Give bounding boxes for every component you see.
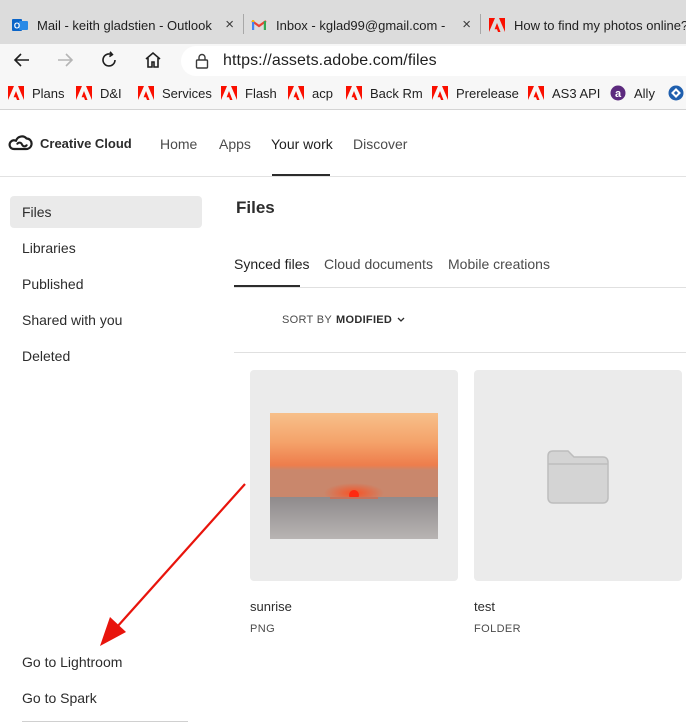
browser-tab-bar: O Mail - keith gladstien - Outlook × Inb… (0, 0, 686, 44)
bank-logo-icon (668, 85, 684, 101)
adobe-icon (489, 17, 505, 33)
lock-icon (195, 53, 209, 69)
brand-name: Creative Cloud (40, 135, 132, 151)
sort-value: MODIFIED (336, 314, 393, 326)
adobe-icon (221, 85, 237, 101)
url-text: https://assets.adobe.com/files (223, 52, 437, 69)
page-title: Files (236, 198, 275, 217)
bookmark-plans[interactable]: Plans (8, 84, 65, 102)
file-type: PNG (250, 623, 276, 635)
go-to-lightroom-link[interactable]: Go to Lightroom (10, 646, 202, 678)
tab-synced-files[interactable]: Synced files (234, 256, 309, 272)
bookmark-label: acp (312, 85, 333, 101)
sort-dropdown[interactable]: SORT BY MODIFIED (282, 314, 405, 326)
bookmark-label: Prerelease (456, 85, 519, 101)
file-type: FOLDER (474, 623, 522, 635)
file-card-sunrise[interactable] (250, 370, 458, 581)
adobe-icon (138, 85, 154, 101)
nav-home[interactable]: Home (160, 136, 197, 152)
adobe-icon (346, 85, 362, 101)
adobe-icon (76, 85, 92, 101)
bookmark-flash[interactable]: Flash (221, 84, 277, 102)
close-icon[interactable]: × (225, 16, 234, 33)
sidebar-divider (22, 721, 188, 722)
tab-cloud-documents[interactable]: Cloud documents (324, 256, 433, 272)
active-tab-indicator (234, 285, 300, 287)
bookmark-label: Services (162, 85, 212, 101)
tab-title: How to find my photos online? (514, 17, 686, 33)
content-tabs: Synced files Cloud documents Mobile crea… (234, 254, 686, 288)
creative-cloud-icon (8, 134, 33, 152)
bookmark-prerelease[interactable]: Prerelease (432, 84, 519, 102)
bookmark-label: Plans (32, 85, 65, 101)
file-name[interactable]: sunrise (250, 599, 292, 614)
file-name[interactable]: test (474, 599, 495, 614)
bookmark-label: Back Rm (370, 85, 423, 101)
refresh-icon[interactable] (97, 48, 121, 72)
tab-title: Inbox - kglad99@gmail.com - G (276, 17, 446, 33)
outlook-icon: O (12, 17, 28, 33)
svg-text:a: a (615, 88, 622, 100)
tab-divider (243, 14, 244, 34)
browser-tab-adobe[interactable]: How to find my photos online? (489, 6, 686, 44)
active-nav-indicator (272, 174, 330, 176)
bookmark-label: AS3 API (552, 85, 601, 101)
sidebar-item-libraries[interactable]: Libraries (10, 232, 202, 264)
sidebar-item-deleted[interactable]: Deleted (10, 340, 202, 372)
gmail-icon (251, 17, 267, 33)
folder-icon (546, 448, 610, 509)
sort-divider (234, 352, 686, 353)
bookmarks-bar: Plans D&I Services Flash acp Back Rm Pre… (0, 77, 686, 110)
bookmark-ally[interactable]: a Ally (610, 84, 655, 102)
adobe-icon (8, 85, 24, 101)
tab-divider (480, 14, 481, 34)
tab-title: Mail - keith gladstien - Outlook (37, 17, 212, 33)
url-field[interactable]: https://assets.adobe.com/files (181, 46, 686, 76)
sort-label: SORT BY (282, 314, 332, 326)
bookmark-label: Ally (634, 85, 655, 101)
tab-mobile-creations[interactable]: Mobile creations (448, 256, 550, 272)
bookmark-label: D&I (100, 85, 122, 101)
creative-cloud-logo[interactable]: Creative Cloud (8, 134, 132, 152)
adobe-icon (528, 85, 544, 101)
bookmark-overflow[interactable] (668, 84, 686, 102)
chevron-down-icon (397, 317, 405, 323)
sidebar-item-files[interactable]: Files (10, 196, 202, 228)
bookmark-label: Flash (245, 85, 277, 101)
bookmark-as3-api[interactable]: AS3 API (528, 84, 600, 102)
bookmark-back-rm[interactable]: Back Rm (346, 84, 423, 102)
sidebar: Files Libraries Published Shared with yo… (0, 178, 215, 725)
bookmark-services[interactable]: Services (138, 84, 212, 102)
nav-your-work[interactable]: Your work (271, 136, 333, 152)
nav-discover[interactable]: Discover (353, 136, 407, 152)
sidebar-item-shared-with-you[interactable]: Shared with you (10, 304, 202, 336)
forward-arrow-icon[interactable] (53, 48, 77, 72)
bookmark-acp[interactable]: acp (288, 84, 333, 102)
adobe-icon (432, 85, 448, 101)
browser-tab-gmail[interactable]: Inbox - kglad99@gmail.com - G × (251, 6, 477, 44)
go-to-spark-link[interactable]: Go to Spark (10, 682, 202, 714)
nav-apps[interactable]: Apps (219, 136, 251, 152)
app-header: Creative Cloud Home Apps Your work Disco… (0, 111, 686, 177)
file-card-test[interactable] (474, 370, 682, 581)
address-bar-row: https://assets.adobe.com/files (0, 44, 686, 77)
adobe-icon (288, 85, 304, 101)
back-arrow-icon[interactable] (10, 48, 34, 72)
ally-icon: a (610, 85, 626, 101)
close-icon[interactable]: × (462, 16, 471, 33)
sidebar-item-published[interactable]: Published (10, 268, 202, 300)
browser-tab-outlook[interactable]: O Mail - keith gladstien - Outlook × (12, 6, 240, 44)
sunset-photo-thumbnail (270, 413, 438, 539)
svg-text:O: O (14, 22, 20, 31)
bookmark-d-and-i[interactable]: D&I (76, 84, 122, 102)
home-icon[interactable] (141, 48, 165, 72)
